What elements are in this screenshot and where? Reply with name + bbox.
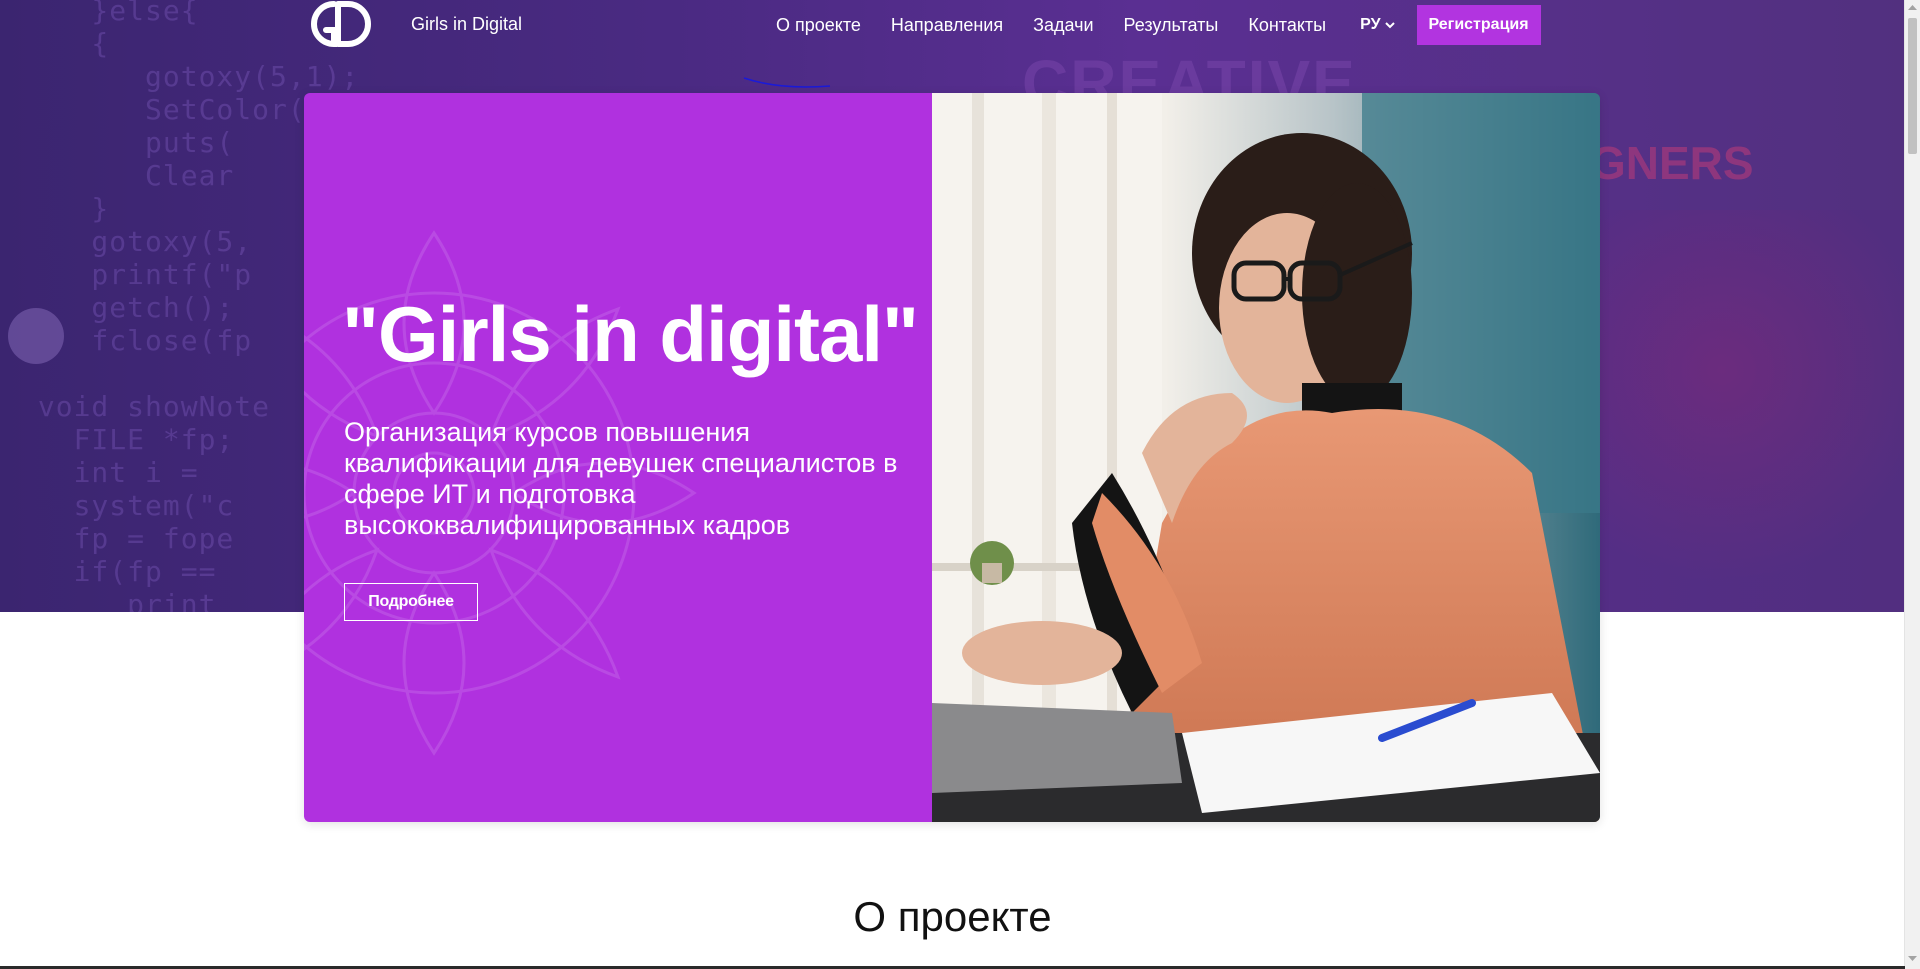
vertical-scrollbar[interactable] [1904,0,1920,969]
hero-card: "Girls in digital" Организация курсов по… [304,93,1600,822]
nav-menu: О проекте Направления Задачи Результаты … [776,0,1541,50]
chevron-down-icon [1384,22,1395,29]
language-selector[interactable]: РУ [1360,16,1395,34]
nav-item-directions[interactable]: Направления [891,15,1003,36]
section-title-about: О проекте [853,893,1052,940]
background-designers-text: GNERS [1590,137,1754,189]
hero-subtitle: Организация курсов повышения квалификаци… [344,417,898,540]
brand-name[interactable]: Girls in Digital [411,14,522,35]
hero-text-panel: "Girls in digital" Организация курсов по… [304,93,932,822]
hero-title: "Girls in digital" [342,290,919,378]
nav-item-contacts[interactable]: Контакты [1248,15,1326,36]
nav-item-tasks[interactable]: Задачи [1033,15,1093,36]
nav-item-results[interactable]: Результаты [1124,15,1219,36]
background-splash [1600,210,1905,610]
scroll-down-icon[interactable] [1908,955,1917,963]
hero-photo [932,93,1600,822]
nav-item-about[interactable]: О проекте [776,15,861,36]
gd-logo-icon[interactable] [306,0,372,48]
scroll-up-icon[interactable] [1908,4,1917,12]
register-button[interactable]: Регистрация [1416,5,1541,45]
background-blob [8,308,64,364]
hero-photo-illustration [932,93,1600,822]
navbar: Girls in Digital О проекте Направления З… [0,0,1905,88]
scrollbar-thumb[interactable] [1908,18,1917,154]
nav-hover-underline [743,77,831,88]
more-button[interactable]: Подробнее [344,583,478,621]
language-label: РУ [1360,16,1381,33]
